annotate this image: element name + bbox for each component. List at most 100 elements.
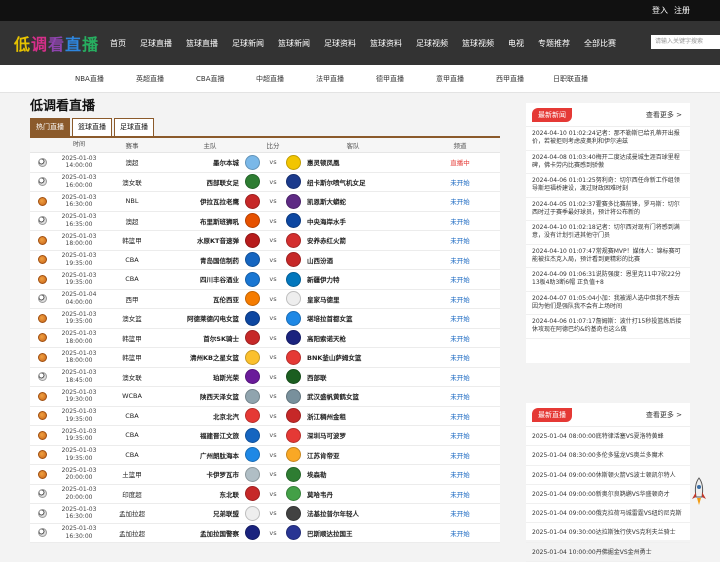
table-row[interactable]: 2025-01-03 19:35:00 CBA 福建晋江文旅 vs 深圳马可波罗 未开始 xyxy=(30,426,500,446)
home-team[interactable]: 青岛国信制药 xyxy=(160,252,260,268)
match-status-link[interactable]: 未开始 xyxy=(420,411,500,421)
match-status-link[interactable]: 未开始 xyxy=(420,255,500,265)
match-league[interactable]: 韩篮甲 xyxy=(104,333,160,343)
home-team[interactable]: 阿德莱德闪电女篮 xyxy=(160,310,260,326)
away-team[interactable]: 堪培拉首都女篮 xyxy=(286,310,420,326)
subnav-item[interactable]: NBA直播 xyxy=(75,74,104,84)
match-status-link[interactable]: 未开始 xyxy=(420,372,500,382)
home-team[interactable]: 西部联女足 xyxy=(160,174,260,190)
nav-item[interactable]: 篮球资料 xyxy=(370,38,402,49)
home-team[interactable]: 北京北汽 xyxy=(160,408,260,424)
home-team[interactable]: 伊拉瓦拉老鹰 xyxy=(160,193,260,209)
news-more-link[interactable]: 查看更多 > xyxy=(646,110,682,120)
match-league[interactable]: 澳女篮 xyxy=(104,313,160,323)
tab-0[interactable]: 热门直播 xyxy=(30,118,70,137)
away-team[interactable]: 高阳索诺天枪 xyxy=(286,330,420,346)
subnav-item[interactable]: 日职联直播 xyxy=(553,74,588,84)
site-logo[interactable]: 低调看直播 xyxy=(0,31,110,55)
away-team[interactable]: 深圳马可波罗 xyxy=(286,427,420,443)
match-status-link[interactable]: 未开始 xyxy=(420,469,500,479)
match-league[interactable]: CBA xyxy=(104,275,160,283)
news-item[interactable]: 2024-04-10 01:02:24记者：那不勒斯已给孔蒂开出报价，若被拒则考… xyxy=(526,127,690,151)
match-status-link[interactable]: 未开始 xyxy=(420,177,500,187)
table-row[interactable]: 2025-01-03 19:35:00 澳女篮 阿德莱德闪电女篮 vs 堪培拉首都女篮 未开… xyxy=(30,309,500,329)
table-row[interactable]: 2025-01-03 16:35:00 澳超 布里斯班狮吼 vs 中央海岸水手 未开始 xyxy=(30,211,500,231)
match-league[interactable]: CBA xyxy=(104,412,160,420)
news-item[interactable]: 2024-04-08 01:03:40梅开二度达成曼城生涯百球里程碑，佛卡劳内比… xyxy=(526,151,690,174)
match-league[interactable]: 孟加拉超 xyxy=(104,508,160,518)
home-team[interactable]: 福建晋江文旅 xyxy=(160,427,260,443)
login-link[interactable]: 登入 xyxy=(652,5,668,16)
news-item[interactable]: 2024-04-10 01:07:47常规赛MVP！媒体人：锦标赛可能被拉杰克入… xyxy=(526,245,690,268)
match-status-link[interactable]: 未开始 xyxy=(420,196,500,206)
home-team[interactable]: 四川丰谷酒业 xyxy=(160,271,260,287)
live-match-item[interactable]: 2025-01-04 09:00:00新奥尔良鹈鹕VS华盛顿奇才 xyxy=(526,485,690,505)
match-status-link[interactable]: 未开始 xyxy=(420,508,500,518)
live-match-item[interactable]: 2025-01-04 09:00:00休斯顿火箭VS波士顿凯尔特人 xyxy=(526,466,690,485)
news-item[interactable]: 2024-04-06 01:01:25努利奇：切尔西任命新工作组领导斯坦福桥建设… xyxy=(526,174,690,198)
register-link[interactable]: 注册 xyxy=(674,5,690,16)
search-input[interactable]: 请输入关键字搜索 xyxy=(651,35,720,49)
table-row[interactable]: 2025-01-03 19:30:00 WCBA 陕西天泽女篮 vs 武汉盛帆黄鹤女篮 未开… xyxy=(30,387,500,407)
subnav-item[interactable]: 英超直播 xyxy=(136,74,164,84)
home-team[interactable]: 孟加拉国警察 xyxy=(160,525,260,541)
nav-item[interactable]: 首页 xyxy=(110,38,126,49)
home-team[interactable]: 东北联 xyxy=(160,486,260,502)
home-team[interactable]: 水原KT音速弹 xyxy=(160,232,260,248)
subnav-item[interactable]: CBA直播 xyxy=(196,74,224,84)
away-team[interactable]: 埃森勒 xyxy=(286,466,420,482)
match-league[interactable]: 澳超 xyxy=(104,157,160,167)
nav-item[interactable]: 足球直播 xyxy=(140,38,172,49)
match-status-link[interactable]: 未开始 xyxy=(420,313,500,323)
home-team[interactable]: 珀斯光荣 xyxy=(160,369,260,385)
subnav-item[interactable]: 意甲直播 xyxy=(436,74,464,84)
match-league[interactable]: CBA xyxy=(104,256,160,264)
away-team[interactable]: 安养赤红火箭 xyxy=(286,232,420,248)
news-item[interactable]: 2024-04-07 01:05:04小加：我被湖人选中但我不想去 因为他们是强… xyxy=(526,292,690,315)
home-team[interactable]: 瓦伦西亚 xyxy=(160,291,260,307)
match-status-link[interactable]: 未开始 xyxy=(420,489,500,499)
match-league[interactable]: 土篮甲 xyxy=(104,469,160,479)
match-status-link[interactable]: 未开始 xyxy=(420,333,500,343)
away-team[interactable]: 浙江稠州金租 xyxy=(286,408,420,424)
match-league[interactable]: NBL xyxy=(104,197,160,205)
match-league[interactable]: 澳女联 xyxy=(104,372,160,382)
subnav-item[interactable]: 德甲直播 xyxy=(376,74,404,84)
subnav-item[interactable]: 中超直播 xyxy=(256,74,284,84)
table-row[interactable]: 2025-01-03 19:35:00 CBA 四川丰谷酒业 vs 新疆伊力特 未开始 xyxy=(30,270,500,290)
table-row[interactable]: 2025-01-03 16:30:00 孟加拉超 孟加拉国警察 vs 巴斯顺达拉国王 未开始 xyxy=(30,523,500,543)
away-team[interactable]: 西部联 xyxy=(286,369,420,385)
match-league[interactable]: 韩篮甲 xyxy=(104,352,160,362)
table-row[interactable]: 2025-01-03 16:30:00 孟加拉超 兄弟联盟 vs 法基拉普尔年轻人 未开始 xyxy=(30,504,500,524)
away-team[interactable]: 新疆伊力特 xyxy=(286,271,420,287)
away-team[interactable]: BNK釜山萨姆女篮 xyxy=(286,349,420,365)
news-item[interactable]: 2024-04-05 01:02:37霍赛多比赛前锋，罗马斯：切尔西时过于赛季最… xyxy=(526,198,690,221)
home-team[interactable]: 布里斯班狮吼 xyxy=(160,213,260,229)
table-row[interactable]: 2025-01-03 16:00:00 澳女联 西部联女足 vs 纽卡斯尔喷气机女足 未开始 xyxy=(30,172,500,192)
away-team[interactable]: 惠灵顿凤凰 xyxy=(286,154,420,170)
match-league[interactable]: 西甲 xyxy=(104,294,160,304)
home-team[interactable]: 卡伊罗瓦市 xyxy=(160,466,260,482)
away-team[interactable]: 中央海岸水手 xyxy=(286,213,420,229)
away-team[interactable]: 巴斯顺达拉国王 xyxy=(286,525,420,541)
home-team[interactable]: 清州KB之星女篮 xyxy=(160,349,260,365)
live-match-item[interactable]: 2025-01-04 10:00:00丹佛掘金VS金州勇士 xyxy=(526,543,690,562)
away-team[interactable]: 武汉盛帆黄鹤女篮 xyxy=(286,388,420,404)
home-team[interactable]: 墨尔本城 xyxy=(160,154,260,170)
table-row[interactable]: 2025-01-03 20:00:00 印度超 东北联 vs 莫哈韦丹 未开始 xyxy=(30,484,500,504)
nav-item[interactable]: 专题推荐 xyxy=(538,38,570,49)
tab-1[interactable]: 篮球直播 xyxy=(72,118,112,137)
away-team[interactable]: 山西汾酒 xyxy=(286,252,420,268)
home-team[interactable]: 兄弟联盟 xyxy=(160,505,260,521)
nav-item[interactable]: 篮球直播 xyxy=(186,38,218,49)
live-match-item[interactable]: 2025-01-04 08:00:00底特律活塞VS夏洛特黄蜂 xyxy=(526,427,690,447)
match-status-link[interactable]: 直播中 xyxy=(420,157,500,167)
table-row[interactable]: 2025-01-03 19:35:00 CBA 青岛国信制药 vs 山西汾酒 未开始 xyxy=(30,250,500,270)
match-status-link[interactable]: 未开始 xyxy=(420,294,500,304)
match-league[interactable]: CBA xyxy=(104,431,160,439)
live-more-link[interactable]: 查看更多 > xyxy=(646,410,682,420)
table-row[interactable]: 2025-01-03 18:00:00 韩篮甲 首尔SK骑士 vs 高阳索诺天枪 未开始 xyxy=(30,328,500,348)
match-league[interactable]: WCBA xyxy=(104,392,160,400)
back-to-top-rocket-icon[interactable] xyxy=(690,477,708,507)
match-status-link[interactable]: 未开始 xyxy=(420,352,500,362)
